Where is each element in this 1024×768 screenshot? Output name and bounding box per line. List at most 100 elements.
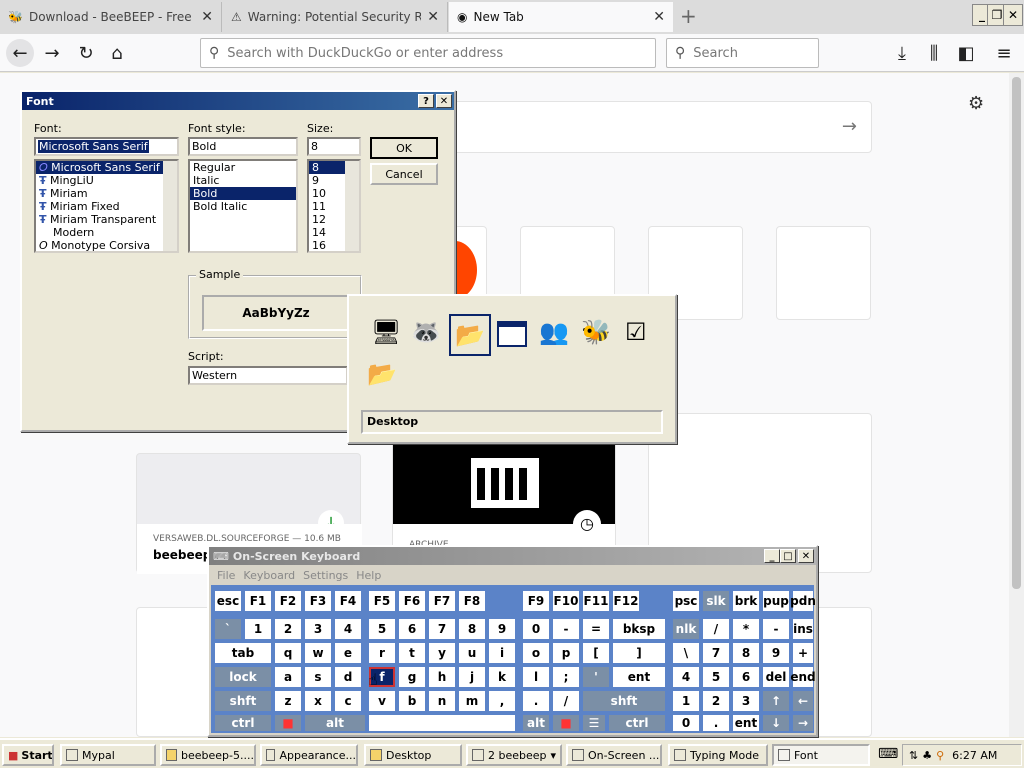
key[interactable]: F9 [523,591,549,611]
key[interactable]: ; [553,667,579,687]
font-list[interactable]: 𝑂 Microsoft Sans Serif Ŧ MingLiU Ŧ Miria… [34,159,179,253]
key[interactable]: c [335,691,361,711]
windows-key[interactable]: ■ [553,715,579,731]
list-item[interactable]: 11 [309,200,345,213]
key[interactable]: lock [215,667,271,687]
key[interactable]: d [335,667,361,687]
ok-button[interactable]: OK [370,137,438,159]
key[interactable]: b [399,691,425,711]
key[interactable]: slk [703,591,729,611]
list-item[interactable]: Bold [190,187,296,200]
windows-key[interactable]: ■ [275,715,301,731]
font-style-list[interactable]: Regular Italic Bold Bold Italic [188,159,298,253]
key[interactable]: 3 [305,619,331,639]
key[interactable]: / [553,691,579,711]
scrollbar[interactable] [1009,73,1024,737]
menu-settings[interactable]: Settings [303,569,348,582]
key[interactable]: p [553,643,579,663]
list-item[interactable]: Italic [190,174,296,187]
key[interactable]: w [305,643,331,663]
key[interactable]: l [523,667,549,687]
menu-file[interactable]: File [217,569,235,582]
key[interactable]: 9 [763,643,789,663]
key[interactable]: alt [523,715,549,731]
key[interactable]: → [793,715,813,731]
key[interactable]: . [703,715,729,731]
key[interactable]: 3 [733,691,759,711]
taskbar-item-desktop[interactable]: Desktop [364,744,462,766]
key[interactable]: ← [793,691,813,711]
key[interactable]: F10 [553,591,579,611]
key[interactable]: end [790,667,816,687]
key[interactable]: F12 [613,591,639,611]
key[interactable]: n [429,691,455,711]
size-field[interactable]: 8 [307,137,361,156]
taskbar-item-typing-mode[interactable]: Typing Mode [668,744,768,766]
key[interactable]: F2 [275,591,301,611]
key[interactable]: i [489,643,515,663]
key[interactable]: / [703,619,729,639]
taskbar-item-osk[interactable]: On-Screen ... [566,744,662,766]
list-item[interactable]: Ŧ Miriam [36,187,163,200]
key[interactable]: y [429,643,455,663]
list-item[interactable]: 14 [309,226,345,239]
key[interactable]: v [369,691,395,711]
key[interactable]: 6 [399,619,425,639]
list-item[interactable]: 16 [309,239,345,252]
key[interactable]: F8 [459,591,485,611]
help-button[interactable]: ? [418,94,434,108]
key[interactable]: ↓ [763,715,789,731]
back-arrow-icon[interactable]: ← [6,39,34,67]
size-list[interactable]: 8 9 10 11 12 14 16 [307,159,361,253]
key[interactable]: q [275,643,301,663]
search-icon[interactable]: ⚲ [936,749,944,762]
taskbar-item-mypal[interactable]: Mypal [60,744,156,766]
close-icon[interactable]: ✕ [201,9,213,25]
key[interactable]: j [459,667,485,687]
network-icon[interactable]: ⇅ [909,749,918,762]
security-icon[interactable]: ♣ [922,749,932,762]
list-item[interactable]: 12 [309,213,345,226]
new-tab-button[interactable]: + [680,4,697,28]
taskbar-item-beebeep[interactable]: 2 beebeep ▾ [466,744,562,766]
list-item[interactable]: O Monotype Corsiva [36,239,163,252]
key[interactable]: F11 [583,591,609,611]
list-item[interactable]: Ŧ MingLiU [36,174,163,187]
bee-icon[interactable]: 🐝 [581,318,611,346]
key[interactable]: 8 [733,643,759,663]
key[interactable]: ↑ [763,691,789,711]
close-window-button[interactable]: ✕ [1003,4,1023,26]
key[interactable]: 8 [459,619,485,639]
key[interactable]: \ [673,643,699,663]
key[interactable]: 1 [245,619,271,639]
key[interactable]: [ [583,643,609,663]
key[interactable]: 0 [523,619,549,639]
key[interactable]: ' [583,667,609,687]
key[interactable]: 2 [275,619,301,639]
library-icon[interactable]: ⫼ [920,39,948,67]
key[interactable]: 2 [703,691,729,711]
key[interactable]: F4 [335,591,361,611]
key[interactable]: e [335,643,361,663]
window-icon[interactable] [497,321,527,347]
key[interactable]: 5 [369,619,395,639]
taskbar-item-font[interactable]: Font [772,744,870,766]
key[interactable]: x [305,691,331,711]
key[interactable]: nlk [673,619,699,639]
key[interactable]: pdn [790,591,816,611]
taskbar-item-appearance[interactable]: Appearance... [260,744,358,766]
key[interactable]: 5 [703,667,729,687]
key[interactable]: * [733,619,759,639]
key[interactable]: F6 [399,591,425,611]
forward-arrow-icon[interactable]: → [38,39,66,67]
menu-keyboard[interactable]: Keyboard [243,569,295,582]
key[interactable]: 4 [673,667,699,687]
tab-beebeep-download[interactable]: 🐝 Download - BeeBEEP - Free Offic ✕ [0,2,222,32]
start-button[interactable]: ■ Start [2,744,54,766]
checklist-icon[interactable]: ☑ [625,318,647,346]
key[interactable]: ent [733,715,759,731]
menu-help[interactable]: Help [356,569,381,582]
key[interactable]: 1 [673,691,699,711]
scrollbar-thumb[interactable] [1012,77,1021,589]
key[interactable]: F5 [369,591,395,611]
